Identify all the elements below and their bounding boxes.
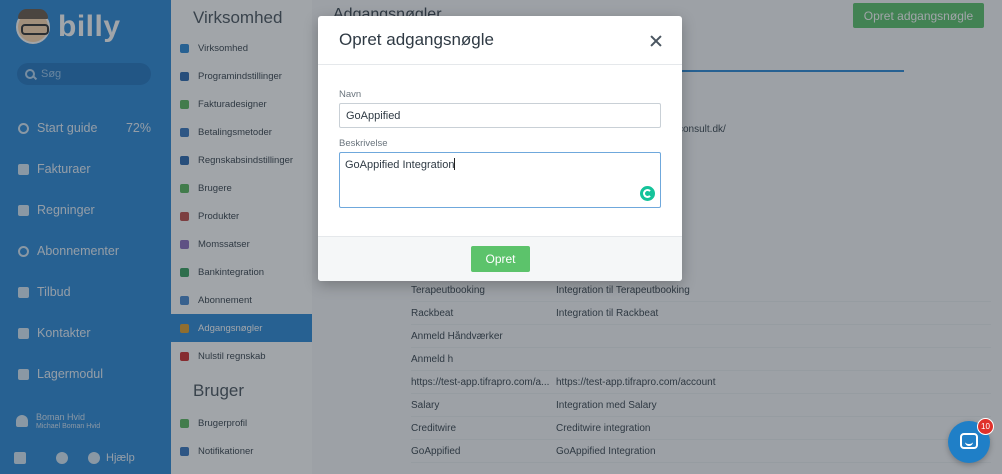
description-value: GoAppified Integration — [345, 159, 455, 171]
grammarly-icon[interactable] — [640, 186, 655, 201]
chat-icon — [960, 433, 978, 449]
name-input[interactable]: GoAppified — [339, 103, 661, 128]
close-icon[interactable] — [649, 34, 663, 48]
text-caret — [454, 158, 456, 170]
create-access-key-modal: Opret adgangsnøgle Navn GoAppified Beskr… — [318, 16, 682, 281]
modal-header: Opret adgangsnøgle — [318, 16, 682, 65]
description-textarea[interactable]: GoAppified Integration — [339, 152, 661, 208]
name-input-value: GoAppified — [346, 109, 401, 122]
name-label: Navn — [339, 89, 362, 100]
chat-unread-badge: 10 — [977, 418, 994, 435]
modal-title: Opret adgangsnøgle — [339, 30, 494, 49]
description-label: Beskrivelse — [339, 138, 388, 149]
submit-button[interactable]: Opret — [471, 246, 530, 272]
